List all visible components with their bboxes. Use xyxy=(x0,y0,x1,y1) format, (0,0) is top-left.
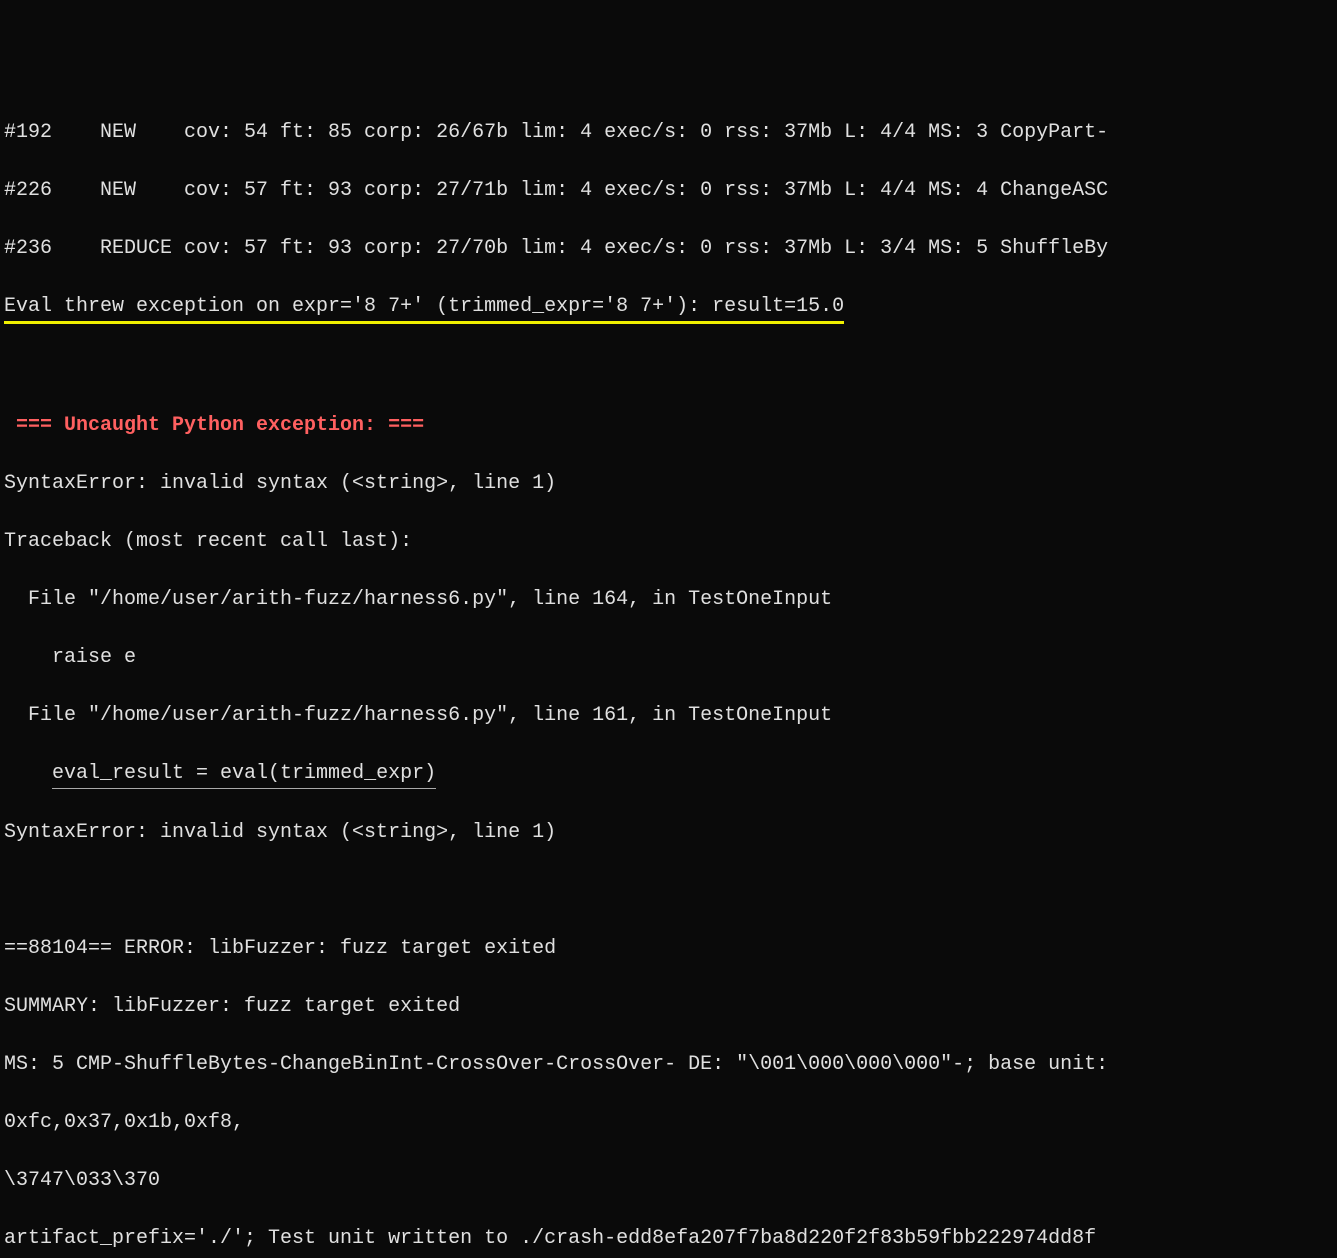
blank-line xyxy=(4,876,1333,905)
octal-bytes-line: \3747\033\370 xyxy=(4,1166,1333,1195)
traceback-frame-file: File "/home/user/arith-fuzz/harness6.py"… xyxy=(4,585,1333,614)
artifact-path-line: artifact_prefix='./'; Test unit written … xyxy=(4,1224,1333,1253)
syntax-error-line: SyntaxError: invalid syntax (<string>, l… xyxy=(4,818,1333,847)
traceback-code-underlined: eval_result = eval(trimmed_expr) xyxy=(52,759,436,789)
syntax-error-line: SyntaxError: invalid syntax (<string>, l… xyxy=(4,469,1333,498)
traceback-header: Traceback (most recent call last): xyxy=(4,527,1333,556)
hex-bytes-line: 0xfc,0x37,0x1b,0xf8, xyxy=(4,1108,1333,1137)
eval-exception-line: Eval threw exception on expr='8 7+' (tri… xyxy=(4,292,1333,324)
fuzzer-stat-line: #226 NEW cov: 57 ft: 93 corp: 27/71b lim… xyxy=(4,176,1333,205)
traceback-frame-file: File "/home/user/arith-fuzz/harness6.py"… xyxy=(4,701,1333,730)
fuzzer-error-line: ==88104== ERROR: libFuzzer: fuzz target … xyxy=(4,934,1333,963)
mutation-sequence-line: MS: 5 CMP-ShuffleBytes-ChangeBinInt-Cros… xyxy=(4,1050,1333,1079)
fuzzer-summary-line: SUMMARY: libFuzzer: fuzz target exited xyxy=(4,992,1333,1021)
fuzzer-stat-line: #192 NEW cov: 54 ft: 85 corp: 26/67b lim… xyxy=(4,118,1333,147)
traceback-frame-code: raise e xyxy=(4,643,1333,672)
exception-header: === Uncaught Python exception: === xyxy=(4,411,1333,440)
blank-line xyxy=(4,353,1333,382)
traceback-frame-code: eval_result = eval(trimmed_expr) xyxy=(4,759,1333,789)
fuzzer-stat-line: #236 REDUCE cov: 57 ft: 93 corp: 27/70b … xyxy=(4,234,1333,263)
eval-exception-text: Eval threw exception on expr='8 7+' (tri… xyxy=(4,292,844,324)
